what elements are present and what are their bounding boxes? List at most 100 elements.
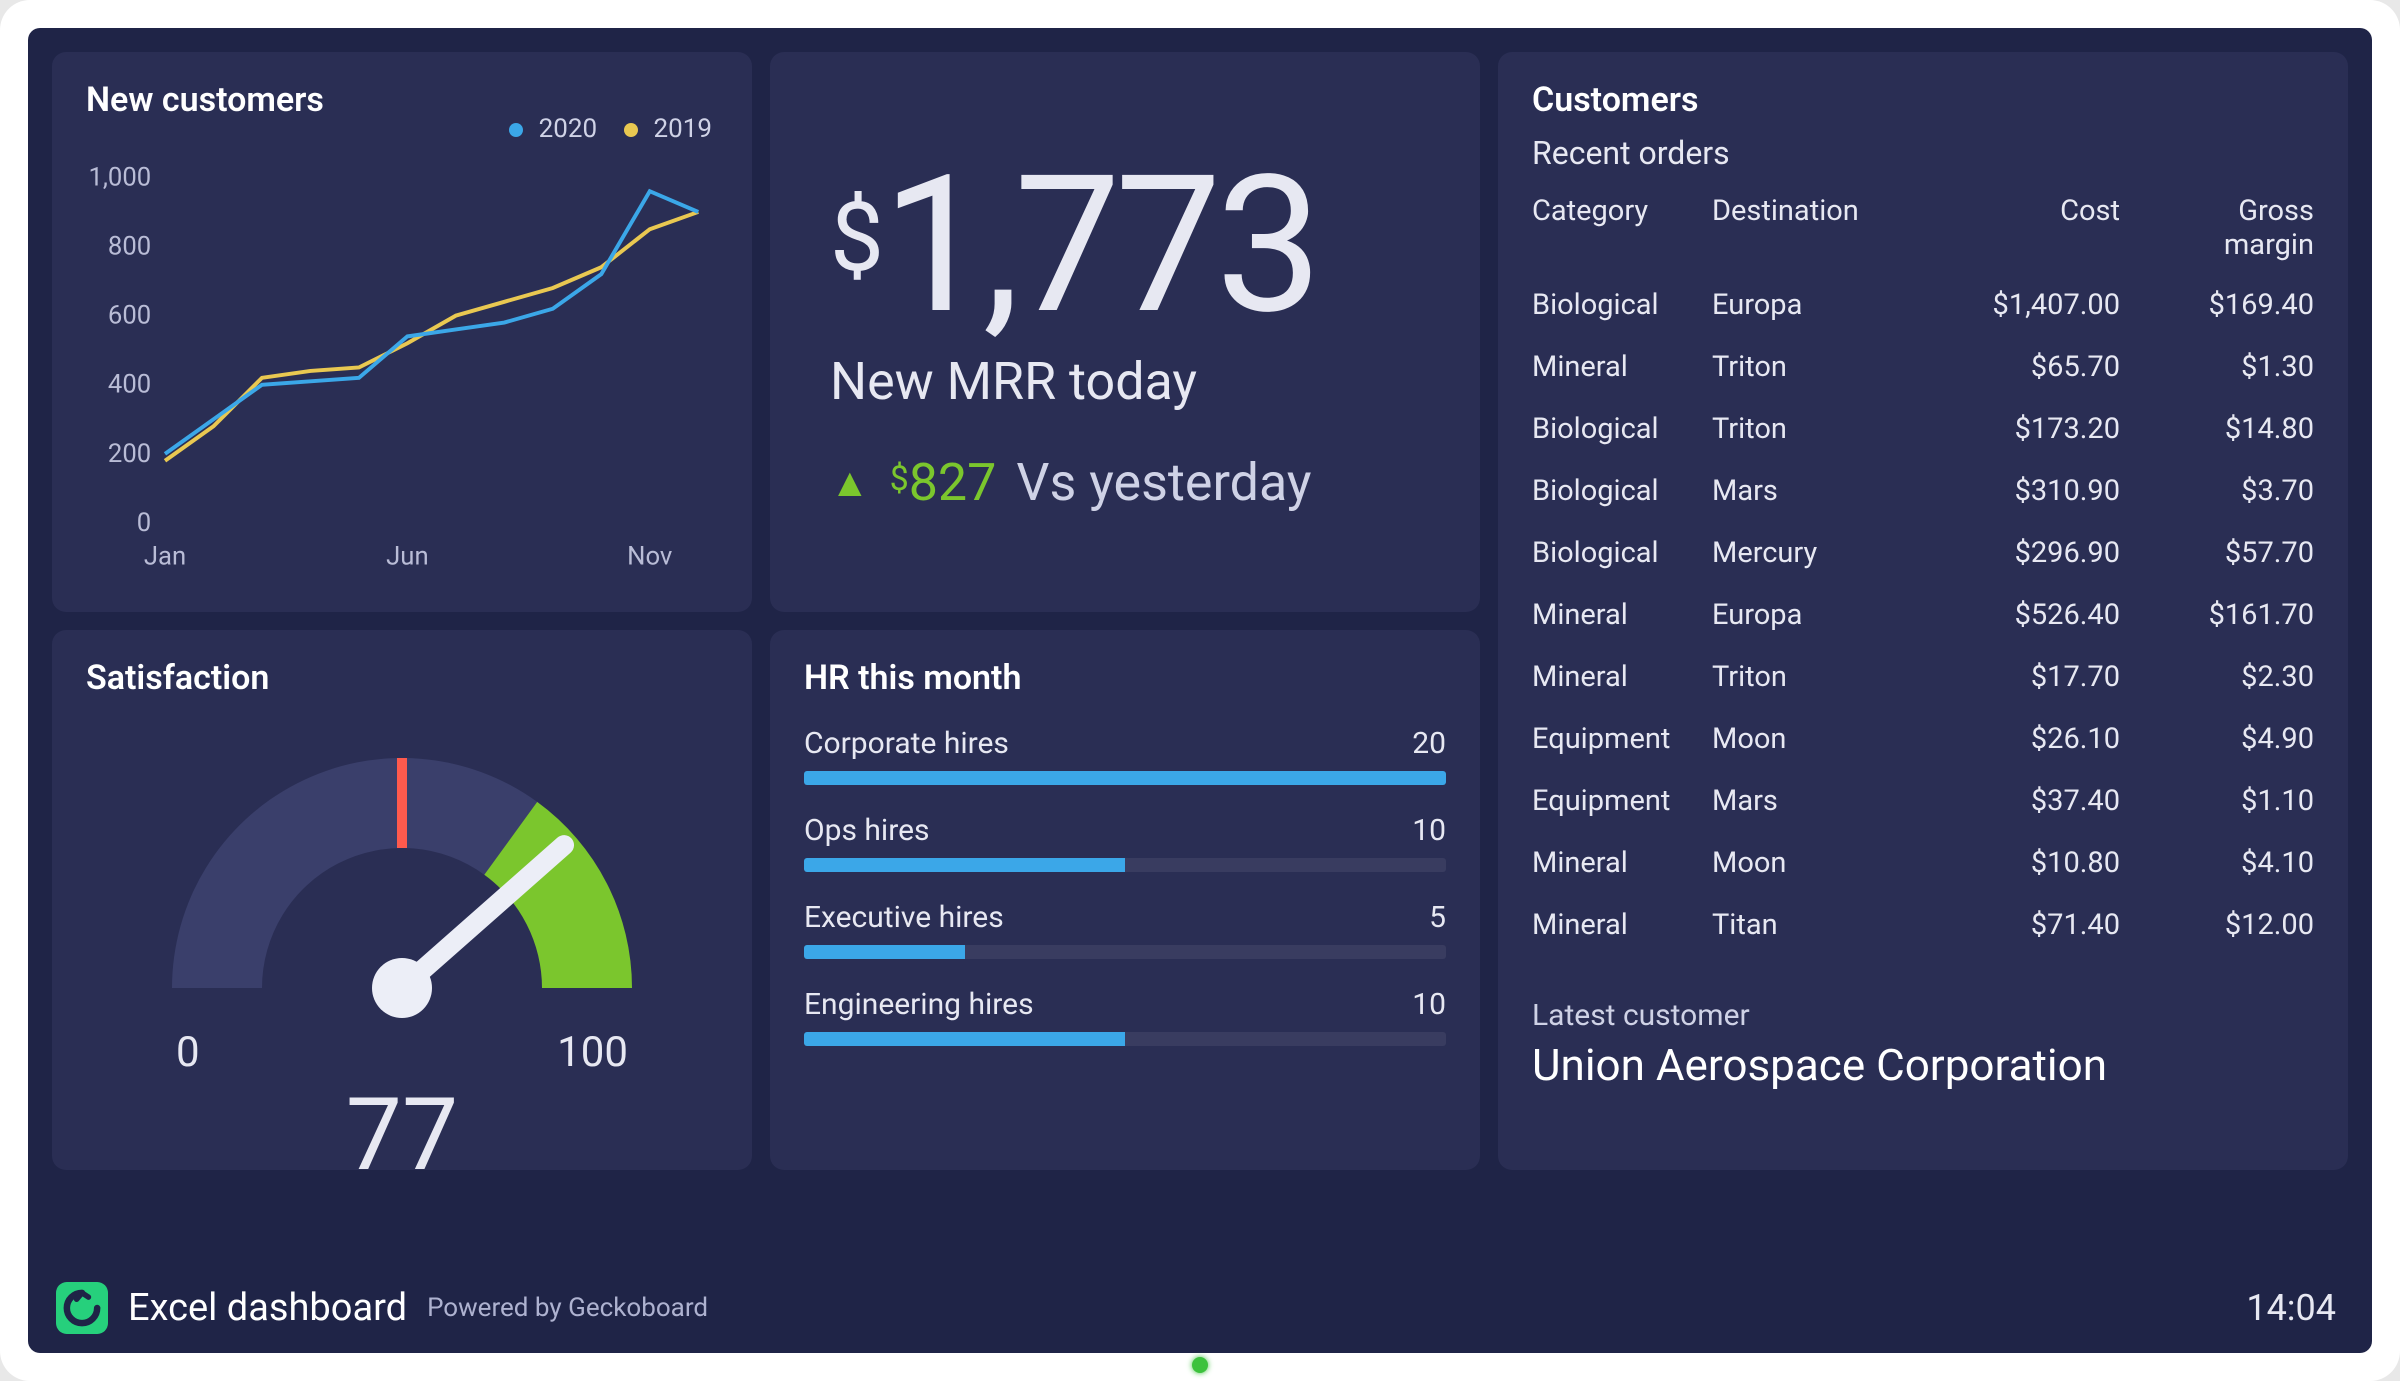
svg-text:200: 200 [108,439,151,469]
cell-margin: $57.70 [2144,536,2314,570]
latest-customer-label: Latest customer [1532,998,2314,1033]
hr-row: Executive hires 5 [804,900,1446,959]
mrr-delta: ▲ $827 Vs yesterday [830,452,1446,513]
hr-row-label: Corporate hires [804,726,1009,761]
svg-text:Jan: Jan [144,541,186,571]
arrow-up-icon: ▲ [830,459,870,506]
svg-text:Jun: Jun [386,541,428,571]
footer: Excel dashboard Powered by Geckoboard 14… [28,1263,2372,1353]
cell-destination: Europa [1712,598,1902,632]
table-row: Mineral Europa $526.40 $161.70 [1532,584,2314,646]
cell-margin: $169.40 [2144,288,2314,322]
cell-cost: $173.20 [1902,412,2144,446]
panel-satisfaction: Satisfaction 0 100 77 [52,630,752,1170]
panel-customers: Customers Recent orders Category Destina… [1498,52,2348,1170]
hr-bar [804,945,1446,959]
device-frame: New customers 2020 2019 02004006008001,0… [0,0,2400,1381]
cell-category: Equipment [1532,784,1712,818]
legend-dot-2019-icon [624,123,638,137]
panel-hr: HR this month Corporate hires 20 Ops hire… [770,630,1480,1170]
orders-header: Category Destination Cost Gross margin [1532,182,2314,274]
table-row: Equipment Moon $26.10 $4.90 [1532,708,2314,770]
hr-row-label: Executive hires [804,900,1004,935]
table-row: Biological Mars $310.90 $3.70 [1532,460,2314,522]
hr-row-value: 20 [1412,726,1446,761]
cell-destination: Mars [1712,474,1902,508]
cell-destination: Moon [1712,722,1902,756]
latest-customer: Latest customer Union Aerospace Corporat… [1532,998,2314,1091]
cell-destination: Moon [1712,846,1902,880]
panel-title-hr: HR this month [804,658,1446,698]
cell-margin: $1.30 [2144,350,2314,384]
hr-bar [804,858,1446,872]
cell-margin: $12.00 [2144,908,2314,942]
cell-category: Equipment [1532,722,1712,756]
cell-margin: $3.70 [2144,474,2314,508]
cell-category: Mineral [1532,908,1712,942]
cell-cost: $71.40 [1902,908,2144,942]
cell-destination: Mars [1712,784,1902,818]
cell-category: Mineral [1532,846,1712,880]
customers-subheading: Recent orders [1532,134,2314,172]
table-row: Mineral Moon $10.80 $4.10 [1532,832,2314,894]
cell-cost: $310.90 [1902,474,2144,508]
gauge-max: 100 [557,1028,628,1077]
cell-destination: Triton [1712,660,1902,694]
mrr-delta-amount: $827 [890,452,997,513]
cell-cost: $65.70 [1902,350,2144,384]
legend-2020: 2020 [499,114,597,144]
footer-powered: Powered by Geckoboard [427,1293,708,1323]
cell-destination: Titan [1712,908,1902,942]
cell-destination: Europa [1712,288,1902,322]
hr-row: Ops hires10 [804,813,1446,872]
panel-new-customers: New customers 2020 2019 02004006008001,0… [52,52,752,612]
cell-margin: $1.10 [2144,784,2314,818]
svg-text:1,000: 1,000 [88,162,151,192]
svg-text:600: 600 [108,301,151,331]
cell-margin: $2.30 [2144,660,2314,694]
svg-text:800: 800 [108,231,151,261]
footer-time: 14:04 [2246,1287,2336,1329]
cell-destination: Triton [1712,350,1902,384]
legend-dot-2020-icon [509,123,523,137]
cell-destination: Triton [1712,412,1902,446]
hr-row: Corporate hires 20 [804,726,1446,785]
table-row: Mineral Titan $71.40 $12.00 [1532,894,2314,956]
hr-bar [804,1032,1446,1046]
col-destination: Destination [1712,194,1902,262]
satisfaction-gauge [122,708,682,1048]
cell-category: Mineral [1532,350,1712,384]
latest-customer-value: Union Aerospace Corporation [1532,1039,2314,1091]
table-row: Biological Triton $173.20 $14.80 [1532,398,2314,460]
cell-category: Mineral [1532,660,1712,694]
hr-row-label: Engineering hires [804,987,1034,1022]
cell-margin: $161.70 [2144,598,2314,632]
cell-category: Biological [1532,288,1712,322]
table-row: Equipment Mars $37.40 $1.10 [1532,770,2314,832]
table-row: Biological Mercury $296.90 $57.70 [1532,522,2314,584]
footer-title: Excel dashboard [128,1286,407,1330]
cell-category: Biological [1532,412,1712,446]
panel-mrr: $1,773 New MRR today ▲ $827 Vs yesterday [770,52,1480,612]
cell-cost: $1,407.00 [1902,288,2144,322]
cell-cost: $296.90 [1902,536,2144,570]
hr-row-label: Ops hires [804,813,930,848]
cell-cost: $37.40 [1902,784,2144,818]
mrr-label: New MRR today [830,351,1446,412]
new-customers-chart: 0 200 400 600 800 1,000 Jan Jun Nov [86,130,718,600]
hr-row: Engineering hires10 [804,987,1446,1046]
svg-text:Nov: Nov [627,541,672,571]
svg-text:0: 0 [137,508,151,538]
panel-title-customers: Customers [1532,80,2314,120]
cell-destination: Mercury [1712,536,1902,570]
mrr-delta-label: Vs yesterday [1016,452,1311,513]
gauge-value: 77 [86,1077,718,1170]
svg-text:400: 400 [108,370,151,400]
cell-category: Mineral [1532,598,1712,632]
cell-cost: $26.10 [1902,722,2144,756]
legend-2019: 2019 [614,114,712,144]
hr-row-value: 5 [1429,900,1446,935]
cell-cost: $10.80 [1902,846,2144,880]
mrr-value: $1,773 [830,151,1446,341]
orders-table: Category Destination Cost Gross margin B… [1532,182,2314,956]
